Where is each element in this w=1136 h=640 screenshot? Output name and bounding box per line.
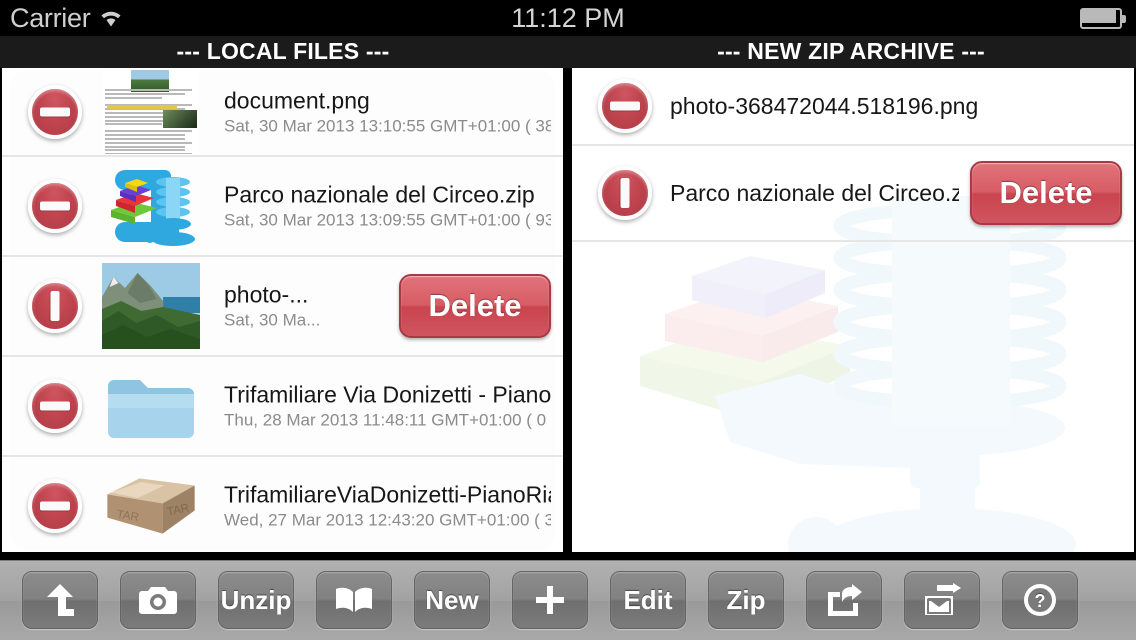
bottom-toolbar: Unzip New Edit Zip? — [0, 560, 1136, 640]
new-zip-archive-header: --- NEW ZIP ARCHIVE --- — [717, 38, 985, 64]
row-title: TrifamiliareViaDonizetti-PianoRial... — [224, 481, 551, 508]
local-files-panel[interactable]: document.png Sat, 30 Mar 2013 13:10:55 G… — [2, 68, 563, 552]
toolbar-button-share[interactable] — [806, 571, 882, 629]
row-text: photo-... Sat, 30 Ma... — [224, 281, 388, 332]
minus-circle-icon[interactable] — [24, 375, 86, 437]
toolbar-button-zip[interactable]: Zip — [708, 571, 784, 629]
minus-circle-icon[interactable] — [24, 175, 86, 237]
clock-label: 11:12 PM — [511, 3, 625, 33]
list-item[interactable]: Trifamiliare Via Donizetti - Piano... Th… — [2, 357, 563, 457]
section-header-bar: --- LOCAL FILES --- --- NEW ZIP ARCHIVE … — [0, 36, 1136, 68]
row-text: Trifamiliare Via Donizetti - Piano... Th… — [224, 381, 551, 432]
toolbar-button-help-question[interactable]: ? — [1002, 571, 1078, 629]
app-root: Carrier 11:12 PM --- LOCAL FILES --- ---… — [0, 0, 1136, 640]
toolbar-button-unzip[interactable]: Unzip — [218, 571, 294, 629]
folder-icon — [108, 380, 194, 438]
toolbar-button-book[interactable] — [316, 571, 392, 629]
list-item[interactable]: TAR TAR TrifamiliareViaDonizetti-PianoRi… — [2, 457, 563, 552]
new-zip-archive-panel[interactable]: photo-368472044.518196.png Parco naziona… — [572, 68, 1134, 552]
toolbar-button-upload-arrow[interactable] — [22, 571, 98, 629]
row-title: document.png — [224, 87, 370, 113]
local-files-header: --- LOCAL FILES --- — [176, 38, 390, 64]
toolbar-button-camera[interactable] — [120, 571, 196, 629]
row-text: Parco nazionale del Circeo.zip — [670, 179, 959, 207]
delete-button[interactable]: Delete — [970, 161, 1122, 225]
row-title: photo-368472044.518196.png — [670, 93, 979, 119]
row-text: photo-368472044.518196.png — [670, 92, 1122, 120]
row-thumbnail — [102, 69, 200, 155]
toolbar-button-plus[interactable] — [512, 571, 588, 629]
row-thumbnail — [102, 263, 200, 349]
svg-text:TAR: TAR — [116, 509, 140, 524]
camera-icon — [139, 587, 177, 614]
document-preview-thumbnail — [103, 69, 199, 154]
row-thumbnail — [102, 363, 200, 449]
toolbar-button-mail-forward[interactable] — [904, 571, 980, 629]
row-subtitle: Sat, 30 Mar 2013 13:10:55 GMT+01:00 ( 38… — [224, 116, 551, 135]
list-item[interactable]: Parco nazionale del Circeo.zip Sat, 30 M… — [2, 157, 563, 257]
row-subtitle: Sat, 30 Ma... — [224, 310, 321, 330]
status-bar: Carrier 11:12 PM — [0, 0, 1136, 36]
row-title: Parco nazionale del Circeo.zip — [670, 180, 959, 206]
row-subtitle: Wed, 27 Mar 2013 12:43:20 GMT+01:00 ( 37… — [224, 510, 551, 530]
row-thumbnail: TAR TAR — [102, 463, 200, 549]
zip-clamp-icon — [111, 170, 195, 246]
tar-box-icon: TAR TAR — [107, 478, 195, 534]
book-icon — [336, 587, 372, 612]
upload-arrow-icon — [47, 584, 74, 616]
list-item[interactable]: photo-368472044.518196.png — [572, 68, 1134, 146]
minus-circle-icon[interactable] — [24, 81, 86, 143]
zip-clamp-watermark — [620, 196, 1120, 552]
row-text: document.png Sat, 30 Mar 2013 13:10:55 G… — [224, 86, 551, 137]
list-item[interactable]: photo-... Sat, 30 Ma... Delete — [2, 257, 563, 357]
mail-forward-icon — [925, 583, 961, 615]
minus-circle-rotated-icon[interactable] — [594, 162, 656, 224]
row-thumbnail — [102, 163, 200, 249]
list-item[interactable]: Parco nazionale del Circeo.zip Delete — [572, 146, 1134, 242]
row-text: TrifamiliareViaDonizetti-PianoRial... We… — [224, 481, 551, 532]
plus-icon — [536, 586, 564, 614]
minus-circle-rotated-icon[interactable] — [24, 275, 86, 337]
toolbar-button-new[interactable]: New — [414, 571, 490, 629]
row-title: Parco nazionale del Circeo.zip — [224, 181, 535, 208]
row-subtitle: Sat, 30 Mar 2013 13:09:55 GMT+01:00 ( 93… — [224, 210, 551, 230]
row-text: Parco nazionale del Circeo.zip Sat, 30 M… — [224, 181, 551, 232]
toolbar-button-edit[interactable]: Edit — [610, 571, 686, 629]
photo-thumbnail-coastline — [102, 263, 200, 349]
delete-button[interactable]: Delete — [399, 274, 551, 338]
row-title: photo-... — [224, 281, 309, 308]
row-subtitle: Thu, 28 Mar 2013 11:48:11 GMT+01:00 ( 0 … — [224, 410, 551, 430]
help-question-icon: ? — [1024, 584, 1056, 616]
svg-text:?: ? — [1035, 591, 1046, 611]
battery-full-icon — [1080, 8, 1126, 29]
minus-circle-icon[interactable] — [594, 75, 656, 137]
share-icon — [828, 584, 862, 616]
row-title: Trifamiliare Via Donizetti - Piano... — [224, 381, 551, 408]
minus-circle-icon[interactable] — [24, 475, 86, 537]
list-item[interactable]: document.png Sat, 30 Mar 2013 13:10:55 G… — [2, 68, 563, 157]
